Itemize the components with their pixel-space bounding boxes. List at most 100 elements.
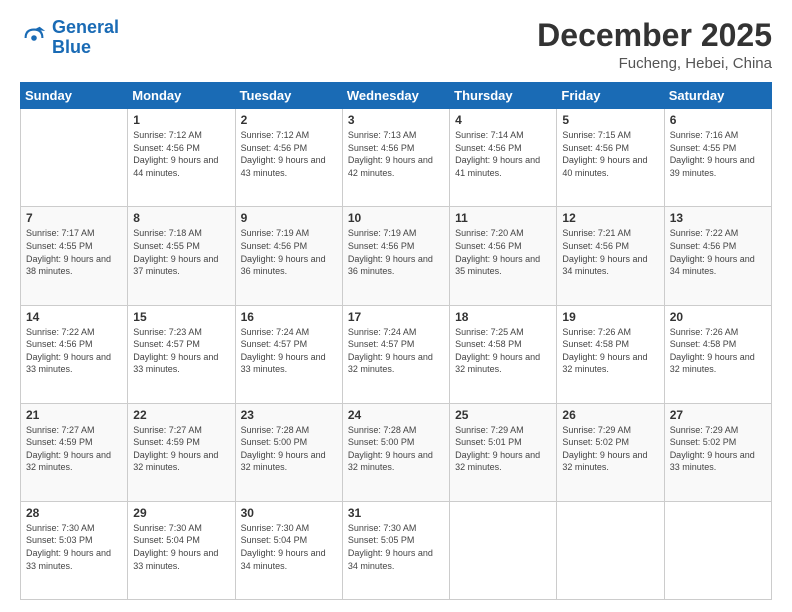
day-number: 14 xyxy=(26,310,122,324)
calendar-cell-w3-d3: 16 Sunrise: 7:24 AMSunset: 4:57 PMDayligh… xyxy=(235,305,342,403)
sunrise-text: Sunrise: 7:28 AM xyxy=(348,424,444,437)
sunset-text: Sunset: 4:58 PM xyxy=(455,338,551,351)
calendar-cell-w4-d5: 25Sunrise: 7:29 AMSunset: 5:01 PMDayligh… xyxy=(450,403,557,501)
sunset-text: Sunset: 4:56 PM xyxy=(562,142,658,155)
calendar-cell-w2-d6: 12 Sunrise: 7:21 AMSunset: 4:56 PMDayligh… xyxy=(557,207,664,305)
calendar-cell-w4-d4: 24Sunrise: 7:28 AMSunset: 5:00 PMDayligh… xyxy=(342,403,449,501)
day-info: Sunrise: 7:22 AMSunset: 4:56 PMDaylight:… xyxy=(26,326,122,376)
calendar-cell-w3-d7: 20Sunrise: 7:26 AMSunset: 4:58 PMDayligh… xyxy=(664,305,771,403)
day-info: Sunrise: 7:24 AMSunset: 4:57 PMDaylight:… xyxy=(241,326,337,376)
logo-line1: General xyxy=(52,17,119,37)
calendar-cell-w5-d3: 30Sunrise: 7:30 AMSunset: 5:04 PMDayligh… xyxy=(235,501,342,599)
logo: General Blue xyxy=(20,18,119,58)
sunrise-text: Sunrise: 7:29 AM xyxy=(455,424,551,437)
sunrise-text: Sunrise: 7:30 AM xyxy=(26,522,122,535)
day-number: 10 xyxy=(348,211,444,225)
sunrise-text: Sunrise: 7:20 AM xyxy=(455,227,551,240)
day-number: 12 xyxy=(562,211,658,225)
sunset-text: Sunset: 4:57 PM xyxy=(133,338,229,351)
page: General Blue December 2025 Fucheng, Hebe… xyxy=(0,0,792,612)
day-number: 7 xyxy=(26,211,122,225)
sunset-text: Sunset: 4:56 PM xyxy=(562,240,658,253)
sunset-text: Sunset: 4:56 PM xyxy=(670,240,766,253)
sunrise-text: Sunrise: 7:13 AM xyxy=(348,129,444,142)
day-number: 2 xyxy=(241,113,337,127)
sunset-text: Sunset: 5:04 PM xyxy=(241,534,337,547)
day-number: 1 xyxy=(133,113,229,127)
sunrise-text: Sunrise: 7:12 AM xyxy=(133,129,229,142)
day-number: 22 xyxy=(133,408,229,422)
day-number: 30 xyxy=(241,506,337,520)
day-number: 3 xyxy=(348,113,444,127)
calendar-cell-w4-d6: 26Sunrise: 7:29 AMSunset: 5:02 PMDayligh… xyxy=(557,403,664,501)
sunset-text: Sunset: 4:56 PM xyxy=(348,240,444,253)
day-number: 16 xyxy=(241,310,337,324)
sunset-text: Sunset: 4:56 PM xyxy=(455,142,551,155)
calendar-cell-w4-d7: 27Sunrise: 7:29 AMSunset: 5:02 PMDayligh… xyxy=(664,403,771,501)
daylight-text: Daylight: 9 hours and 34 minutes. xyxy=(348,547,444,572)
sunset-text: Sunset: 4:59 PM xyxy=(26,436,122,449)
daylight-text: Daylight: 9 hours and 33 minutes. xyxy=(241,351,337,376)
day-number: 21 xyxy=(26,408,122,422)
sunset-text: Sunset: 4:57 PM xyxy=(348,338,444,351)
sunrise-text: Sunrise: 7:24 AM xyxy=(348,326,444,339)
day-info: Sunrise: 7:26 AMSunset: 4:58 PMDaylight:… xyxy=(670,326,766,376)
day-info: Sunrise: 7:24 AMSunset: 4:57 PMDaylight:… xyxy=(348,326,444,376)
day-number: 18 xyxy=(455,310,551,324)
calendar-cell-w3-d5: 18Sunrise: 7:25 AMSunset: 4:58 PMDayligh… xyxy=(450,305,557,403)
sunrise-text: Sunrise: 7:22 AM xyxy=(26,326,122,339)
calendar-week-1: 1Sunrise: 7:12 AMSunset: 4:56 PMDaylight… xyxy=(21,109,772,207)
sunrise-text: Sunrise: 7:29 AM xyxy=(670,424,766,437)
calendar-cell-w3-d6: 19Sunrise: 7:26 AMSunset: 4:58 PMDayligh… xyxy=(557,305,664,403)
day-number: 28 xyxy=(26,506,122,520)
sunrise-text: Sunrise: 7:22 AM xyxy=(670,227,766,240)
daylight-text: Daylight: 9 hours and 44 minutes. xyxy=(133,154,229,179)
day-info: Sunrise: 7:21 AMSunset: 4:56 PMDaylight:… xyxy=(562,227,658,277)
calendar-cell-w2-d5: 11Sunrise: 7:20 AMSunset: 4:56 PMDayligh… xyxy=(450,207,557,305)
daylight-text: Daylight: 9 hours and 37 minutes. xyxy=(133,253,229,278)
day-info: Sunrise: 7:26 AMSunset: 4:58 PMDaylight:… xyxy=(562,326,658,376)
sunrise-text: Sunrise: 7:21 AM xyxy=(562,227,658,240)
sunset-text: Sunset: 4:55 PM xyxy=(670,142,766,155)
location: Fucheng, Hebei, China xyxy=(537,55,772,72)
daylight-text: Daylight: 9 hours and 33 minutes. xyxy=(670,449,766,474)
sunrise-text: Sunrise: 7:17 AM xyxy=(26,227,122,240)
calendar-cell-w1-d2: 1Sunrise: 7:12 AMSunset: 4:56 PMDaylight… xyxy=(128,109,235,207)
sunrise-text: Sunrise: 7:26 AM xyxy=(670,326,766,339)
sunrise-text: Sunrise: 7:16 AM xyxy=(670,129,766,142)
calendar-cell-w1-d3: 2 Sunrise: 7:12 AMSunset: 4:56 PMDaylight… xyxy=(235,109,342,207)
sunrise-text: Sunrise: 7:26 AM xyxy=(562,326,658,339)
calendar-cell-w5-d5 xyxy=(450,501,557,599)
day-number: 23 xyxy=(241,408,337,422)
sunset-text: Sunset: 5:02 PM xyxy=(562,436,658,449)
day-number: 13 xyxy=(670,211,766,225)
daylight-text: Daylight: 9 hours and 33 minutes. xyxy=(26,547,122,572)
sunrise-text: Sunrise: 7:27 AM xyxy=(26,424,122,437)
day-info: Sunrise: 7:17 AMSunset: 4:55 PMDaylight:… xyxy=(26,227,122,277)
daylight-text: Daylight: 9 hours and 34 minutes. xyxy=(562,253,658,278)
day-number: 24 xyxy=(348,408,444,422)
sunset-text: Sunset: 5:00 PM xyxy=(241,436,337,449)
day-number: 17 xyxy=(348,310,444,324)
sunrise-text: Sunrise: 7:30 AM xyxy=(241,522,337,535)
day-number: 27 xyxy=(670,408,766,422)
day-number: 9 xyxy=(241,211,337,225)
calendar-cell-w5-d4: 31Sunrise: 7:30 AMSunset: 5:05 PMDayligh… xyxy=(342,501,449,599)
col-saturday: Saturday xyxy=(664,83,771,109)
sunset-text: Sunset: 5:01 PM xyxy=(455,436,551,449)
calendar-cell-w4-d1: 21Sunrise: 7:27 AMSunset: 4:59 PMDayligh… xyxy=(21,403,128,501)
col-thursday: Thursday xyxy=(450,83,557,109)
day-info: Sunrise: 7:29 AMSunset: 5:02 PMDaylight:… xyxy=(562,424,658,474)
day-info: Sunrise: 7:12 AMSunset: 4:56 PMDaylight:… xyxy=(241,129,337,179)
calendar-week-3: 14 Sunrise: 7:22 AMSunset: 4:56 PMDayligh… xyxy=(21,305,772,403)
sunset-text: Sunset: 4:56 PM xyxy=(455,240,551,253)
sunset-text: Sunset: 4:55 PM xyxy=(26,240,122,253)
col-monday: Monday xyxy=(128,83,235,109)
sunrise-text: Sunrise: 7:23 AM xyxy=(133,326,229,339)
daylight-text: Daylight: 9 hours and 32 minutes. xyxy=(562,351,658,376)
sunset-text: Sunset: 4:58 PM xyxy=(562,338,658,351)
calendar-cell-w2-d7: 13Sunrise: 7:22 AMSunset: 4:56 PMDayligh… xyxy=(664,207,771,305)
sunrise-text: Sunrise: 7:30 AM xyxy=(348,522,444,535)
sunset-text: Sunset: 4:56 PM xyxy=(241,142,337,155)
calendar-cell-w1-d4: 3Sunrise: 7:13 AMSunset: 4:56 PMDaylight… xyxy=(342,109,449,207)
